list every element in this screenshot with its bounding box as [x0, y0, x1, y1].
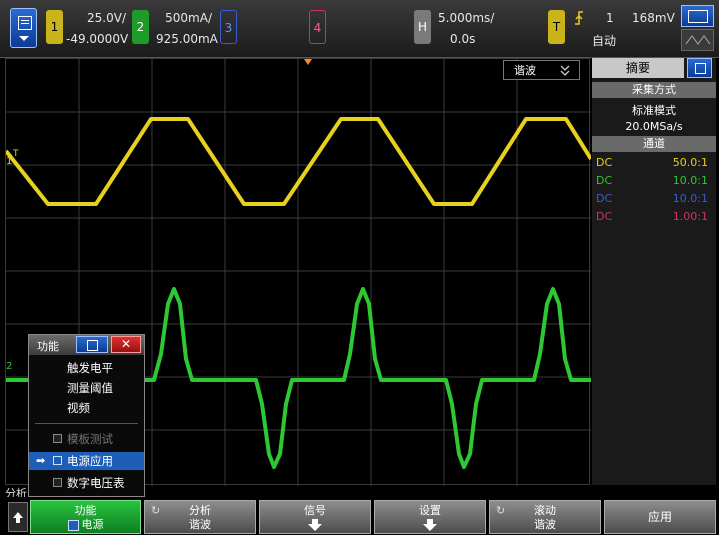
menu-divider [35, 423, 138, 424]
ch3-coupling: DC [596, 192, 613, 205]
arrow-right-icon: ➡ [36, 454, 46, 467]
ch2-coupling: DC [596, 174, 613, 187]
ch2-button[interactable]: 2 [132, 10, 149, 44]
softkey-signal[interactable]: 信号 [259, 500, 371, 534]
ch3-button[interactable]: 3 [220, 10, 237, 44]
ch2-ground-marker[interactable]: 2 [6, 361, 12, 372]
window-icon [688, 10, 708, 23]
horizontal-button[interactable]: H [414, 10, 431, 44]
ch4-coupling: DC [596, 210, 613, 223]
menu-item-dvm[interactable]: 数字电压表 [29, 474, 144, 492]
power-app-checkbox[interactable] [53, 456, 62, 465]
menu-icon [18, 16, 32, 30]
softkey-label: 滚动 [534, 504, 556, 517]
softkey-settings[interactable]: 设置 [374, 500, 486, 534]
menu-item-label: 模板测试 [67, 432, 113, 446]
list-icon [87, 340, 98, 351]
top-status-bar: 1 25.0V/ -49.0000V 2 500mA/ 925.00mA 3 4… [0, 0, 719, 58]
softkey-value: 谐波 [534, 518, 556, 531]
rising-edge-icon [575, 11, 583, 25]
summary-side-panel: 摘要 采集方式 标准模式 20.0MSa/s 通道 DC 50.0:1 DC 1… [592, 58, 716, 485]
ch2-probe-ratio: 10.0:1 [672, 174, 708, 187]
mask-test-checkbox [53, 434, 62, 443]
softkey-label: 设置 [419, 504, 441, 517]
close-icon: ✕ [120, 337, 132, 351]
softkey-value-text: 电源 [81, 518, 104, 531]
ch1-probe-ratio: 50.0:1 [672, 156, 708, 169]
menu-item-measure-threshold[interactable]: 测量阈值 [29, 379, 144, 397]
menu-item-power-app[interactable]: ➡ 电源应用 [29, 452, 144, 470]
softkey-label: 分析 [189, 504, 211, 517]
menu-item-label: 电源应用 [67, 454, 113, 468]
arrow-up-icon [13, 512, 23, 523]
summary-tab[interactable]: 摘要 [592, 58, 684, 78]
menu-item-label: 测量阈值 [67, 381, 113, 395]
trigger-level: 168mV [632, 11, 675, 25]
popup-title-bar: 功能 ✕ [29, 335, 144, 355]
harmonics-mode-label: 谐波 [514, 64, 536, 77]
zoom-button[interactable] [681, 29, 714, 51]
submenu-arrow-icon [423, 519, 437, 531]
trigger-position-marker [304, 59, 312, 65]
delay-value: 0.0s [450, 32, 476, 46]
harmonics-mode-dropdown[interactable]: 谐波 [503, 60, 580, 80]
ch2-scale: 500mA/ [165, 11, 212, 25]
softkey-label: 信号 [304, 504, 326, 517]
ch1-scale: 25.0V/ [87, 11, 126, 25]
popup-title: 功能 [37, 340, 59, 353]
ch3-probe-ratio: 10.0:1 [672, 192, 708, 205]
screen-layout-button[interactable] [681, 5, 714, 27]
submenu-arrow-icon [308, 519, 322, 531]
ch1-coupling: DC [596, 156, 613, 169]
softkey-value: 谐波 [189, 518, 211, 531]
acquisition-mode: 标准模式 [632, 104, 676, 117]
menu-item-video[interactable]: 视频 [29, 399, 144, 417]
popup-menu-button[interactable] [76, 336, 108, 353]
ch1-ground-marker[interactable]: 1 [6, 156, 12, 167]
chevron-down-icon [19, 36, 29, 41]
function-popup-menu: 功能 ✕ 触发电平 测量阈值 视频 模板测试 ➡ 电源应用 数字电压表 [28, 334, 145, 497]
popup-close-button[interactable]: ✕ [111, 336, 141, 353]
ch4-button[interactable]: 4 [309, 10, 326, 44]
list-icon [695, 63, 706, 74]
trigger-mode: 自动 [592, 34, 617, 48]
acquisition-header: 采集方式 [592, 82, 716, 98]
checkbox-icon [67, 519, 79, 531]
menu-item-mask-test: 模板测试 [29, 430, 144, 448]
trigger-level-marker[interactable]: T [13, 149, 19, 159]
softkey-apply[interactable]: 应用 [604, 500, 716, 534]
dvm-checkbox[interactable] [53, 478, 62, 487]
softkey-scroll[interactable]: ↻ 滚动 谐波 [489, 500, 601, 534]
ch1-button[interactable]: 1 [46, 10, 63, 44]
ch4-probe-ratio: 1.00:1 [672, 210, 708, 223]
waveform-icon [685, 35, 711, 45]
ch2-offset: 925.00mA [156, 32, 218, 46]
trigger-source: 1 [606, 11, 614, 25]
channels-header: 通道 [592, 136, 716, 152]
sample-rate: 20.0MSa/s [625, 120, 683, 133]
softkey-label: 应用 [647, 510, 672, 524]
softkey-back-button[interactable] [8, 502, 28, 532]
trigger-button[interactable]: T [548, 10, 565, 44]
menu-item-trigger-level[interactable]: 触发电平 [29, 359, 144, 377]
ch1-offset: -49.0000V [66, 32, 129, 46]
timebase-value: 5.000ms/ [438, 11, 495, 25]
menu-item-label: 触发电平 [67, 361, 113, 375]
side-menu-button[interactable] [687, 58, 712, 78]
softkey-analysis[interactable]: ↻ 分析 谐波 [144, 500, 256, 534]
menu-item-label: 视频 [67, 401, 90, 415]
double-chevron-down-icon [560, 65, 570, 76]
main-menu-button[interactable] [10, 8, 37, 48]
softkey-value: 电源 [31, 518, 140, 531]
menu-item-label: 数字电压表 [67, 476, 125, 490]
softkey-label: 功能 [74, 504, 97, 517]
softkey-function[interactable]: 功能 电源 [30, 500, 141, 534]
